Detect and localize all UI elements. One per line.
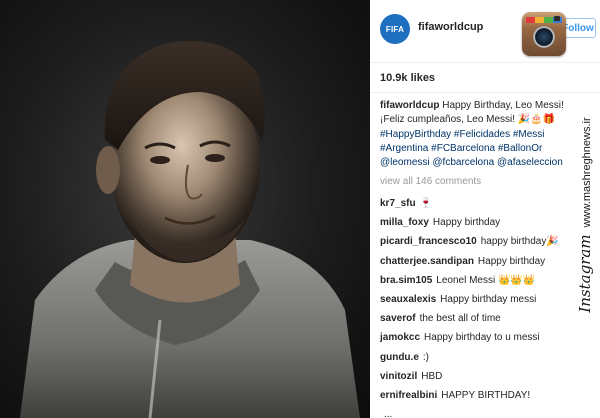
watermark: Instagram www.mashreghnews.ir — [570, 30, 600, 400]
comment-text: ... — [384, 409, 393, 418]
comment-username[interactable]: milla_foxy — [380, 217, 429, 228]
watermark-site: www.mashreghnews.ir — [581, 117, 593, 228]
comment-text: Happy birthday — [432, 217, 501, 229]
comment: kr7_sfu 🍷 — [380, 194, 580, 213]
comment-username[interactable]: kr7_sfu — [380, 198, 416, 209]
comment-text: the best all of time — [419, 313, 501, 325]
comment-username[interactable]: bra.sim105 — [380, 275, 432, 286]
comment-text: Happy birthday messi — [440, 293, 537, 305]
post-header: FIFA fifaworldcup Follow — [370, 0, 600, 62]
comment: seauxalexis Happy birthday messi — [380, 290, 580, 309]
comment-username[interactable]: seauxalexis — [380, 294, 436, 305]
comment: ernifrealbini HAPPY BIRTHDAY! — [380, 386, 580, 405]
comment-text: HAPPY BIRTHDAY! — [441, 389, 531, 401]
comment-username[interactable]: vinitozil — [380, 371, 417, 382]
likes-count[interactable]: 10.9k likes — [380, 72, 435, 84]
watermark-brand: Instagram — [576, 234, 594, 313]
comment-username[interactable]: saverof — [380, 313, 416, 324]
comment-text: HBD — [421, 370, 443, 382]
comment-text: Happy birthday to u messi — [424, 332, 540, 344]
comment-username[interactable]: chatterjee.sandipan — [380, 256, 474, 267]
post-photo[interactable] — [0, 0, 370, 418]
post-details-panel: FIFA fifaworldcup Follow 10.9k likes fif… — [370, 0, 600, 418]
caption-line: ¡Feliz cumpleaños, Leo Messi! 🎉🎂🎁 — [380, 114, 556, 126]
post-username[interactable]: fifaworldcup — [418, 21, 483, 33]
comment: vinitozil HBD — [380, 367, 580, 386]
post-caption: fifaworldcup Happy Birthday, Leo Messi! … — [380, 99, 576, 170]
comment-username[interactable]: jamokcc — [380, 332, 420, 343]
comment: bra.sim105 Leonel Messi 👑👑👑 — [380, 271, 580, 290]
comment-username[interactable]: ernifrealbini — [380, 390, 437, 401]
comment: milla_foxy Happy birthday — [380, 213, 580, 232]
comment: saverof the best all of time — [380, 309, 580, 328]
comment-text: happy birthday🎉 — [480, 236, 559, 248]
caption-username[interactable]: fifaworldcup — [380, 100, 439, 111]
avatar[interactable]: FIFA — [380, 14, 410, 44]
caption-hashtags[interactable]: #HappyBirthday #Felicidades #Messi — [380, 128, 576, 142]
comment-list: kr7_sfu 🍷 milla_foxy Happy birthday picard… — [380, 194, 580, 418]
watermark-text: Instagram www.mashreghnews.ir — [576, 117, 594, 312]
header-divider — [370, 62, 600, 63]
likes-divider — [370, 92, 600, 93]
logo-lens — [533, 26, 555, 48]
caption-hashtags[interactable]: #Argentina #FCBarcelona #BallonOr — [380, 142, 576, 156]
logo-flash — [554, 16, 560, 21]
instagram-camera-icon — [522, 12, 566, 56]
view-all-comments-link[interactable]: view all 146 comments — [380, 176, 481, 187]
comment: picardi_francesco10 happy birthday🎉 — [380, 232, 580, 251]
comment-text: Happy birthday — [477, 255, 546, 267]
comment: gundu.e:) — [380, 348, 580, 367]
comment: jamokcc Happy birthday to u messi — [380, 328, 580, 347]
portrait-illustration — [20, 40, 360, 418]
comment: ... — [380, 405, 580, 418]
comment-username[interactable]: gundu.e — [380, 352, 419, 363]
caption-mentions[interactable]: @leomessi @fcbarcelona @afaseleccion — [380, 156, 576, 170]
comment-text: Leonel Messi 👑👑👑 — [436, 274, 536, 286]
comment-text: :) — [422, 351, 429, 363]
caption-line: fifaworldcup Happy Birthday, Leo Messi! — [380, 99, 576, 113]
comment: chatterjee.sandipan Happy birthday — [380, 252, 580, 271]
caption-text: Happy Birthday, Leo Messi! — [442, 100, 564, 111]
comment-text: 🍷 — [419, 198, 433, 209]
comment-username[interactable]: picardi_francesco10 — [380, 236, 477, 247]
